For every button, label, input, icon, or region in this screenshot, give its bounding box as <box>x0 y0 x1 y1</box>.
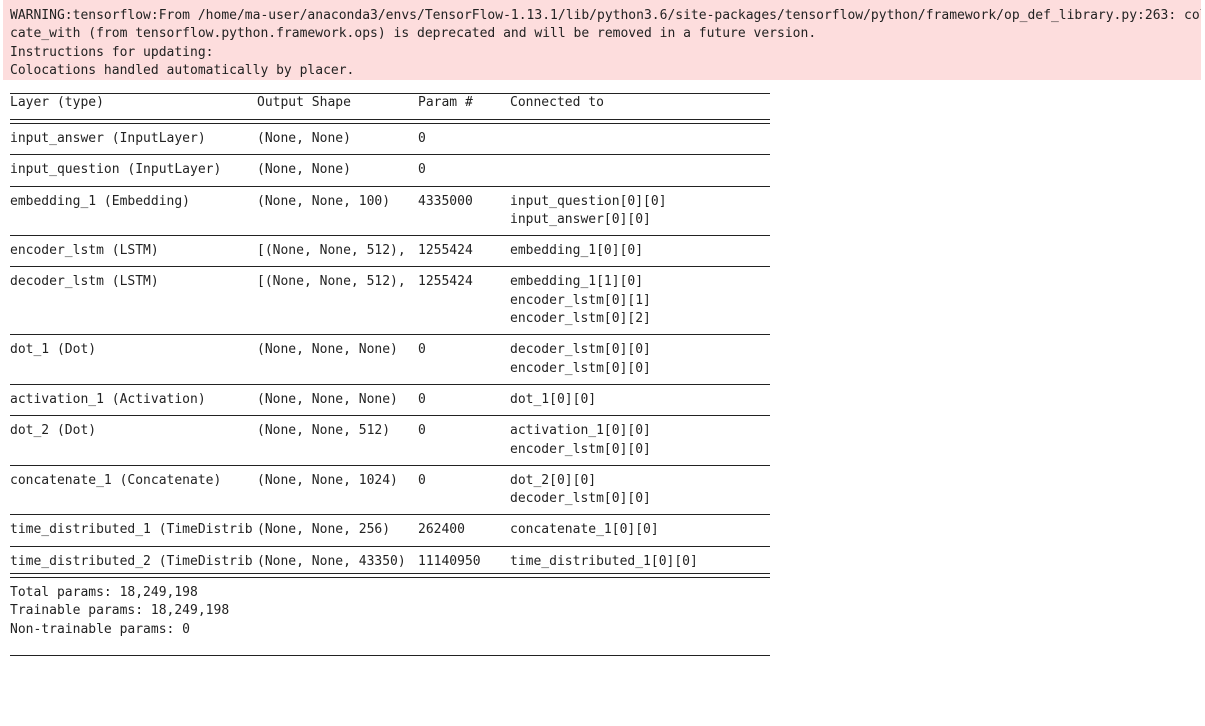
layer-name: encoder_lstm (LSTM) <box>10 243 159 259</box>
separator-line <box>10 464 770 466</box>
layer-row: input_question (InputLayer) (None, None) 0 <box>10 161 770 179</box>
param-count: 0 <box>418 162 426 178</box>
connected-to: time_distributed_1[0][0] <box>510 553 698 569</box>
layer-name: input_answer (InputLayer) <box>10 131 206 146</box>
layer-row: concatenate_1 (Concatenate) (None, None, … <box>10 472 770 509</box>
layer-name: activation_1 (Activation) <box>10 391 206 407</box>
total-params: Total params: 18,249,198 <box>10 585 198 601</box>
layer-name: dot_2 (Dot) <box>10 423 97 439</box>
layer-row: encoder_lstm (LSTM) [(None, None, 512), 12… <box>10 242 770 260</box>
layer-row: activation_1 (Activation) (None, None, No… <box>10 391 770 409</box>
param-count: 0 <box>418 472 426 488</box>
connected-to: embedding_1[0][0] <box>510 243 644 259</box>
separator-line <box>10 334 770 336</box>
header-output-shape: Output Shape <box>257 95 351 110</box>
warning-line: Colocations handled automatically by pla… <box>10 62 355 78</box>
connected-to: decoder_lstm[0][0] <box>510 491 651 507</box>
layer-row: time_distributed_1 (TimeDistrib (None, No… <box>10 521 770 539</box>
warning-line: WARNING:tensorflow:From /home/ma-user/an… <box>10 8 1201 23</box>
output-shape: (None, None, None) <box>257 342 398 358</box>
layer-row: decoder_lstm (LSTM) [(None, None, 512), 12… <box>10 273 770 328</box>
param-count: 0 <box>418 391 426 407</box>
separator-line <box>10 415 770 417</box>
output-shape: [(None, None, 512), <box>257 274 406 290</box>
connected-to: dot_2[0][0] <box>510 472 597 488</box>
output-shape: (None, None) <box>257 131 351 146</box>
output-shape: (None, None, 100) <box>257 193 391 209</box>
layer-row: embedding_1 (Embedding) (None, None, 100)… <box>10 193 770 230</box>
layer-name: concatenate_1 (Concatenate) <box>10 472 222 488</box>
layer-name: time_distributed_1 (TimeDistrib <box>10 522 253 538</box>
connected-to: encoder_lstm[0][0] <box>510 360 651 376</box>
output-shape: [(None, None, 512), <box>257 243 406 259</box>
output-shape: (None, None, None) <box>257 391 398 407</box>
double-separator <box>10 573 770 579</box>
param-count: 1255424 <box>418 243 473 259</box>
connected-to: encoder_lstm[0][0] <box>510 441 651 457</box>
separator-line <box>10 514 770 516</box>
summary-header-row: Layer (type) Output Shape Param # Connec… <box>10 94 770 114</box>
connected-to: concatenate_1[0][0] <box>510 522 659 538</box>
layer-row: dot_1 (Dot) (None, None, None) 0 decoder_ls… <box>10 341 770 378</box>
connected-to: encoder_lstm[0][2] <box>510 311 651 327</box>
param-count: 0 <box>418 342 426 358</box>
layer-name: dot_1 (Dot) <box>10 342 97 358</box>
layer-row: dot_2 (Dot) (None, None, 512) 0 activation_… <box>10 422 770 459</box>
param-count: 1255424 <box>418 274 473 290</box>
output-shape: (None, None, 512) <box>257 423 391 439</box>
param-count: 262400 <box>418 522 465 538</box>
layer-name: input_question (InputLayer) <box>10 162 222 178</box>
param-count: 0 <box>418 423 426 439</box>
output-shape: (None, None, 256) <box>257 522 391 538</box>
header-param-count: Param # <box>418 95 473 110</box>
param-count: 11140950 <box>418 553 481 569</box>
double-separator <box>10 119 770 124</box>
connected-to: dot_1[0][0] <box>510 391 597 407</box>
separator-line <box>10 154 770 156</box>
param-count: 4335000 <box>418 193 473 209</box>
warning-line: Instructions for updating: <box>10 44 214 60</box>
header-connected-to: Connected to <box>510 95 604 110</box>
output-shape: (None, None, 43350) <box>257 553 406 569</box>
separator-line <box>10 654 770 656</box>
connected-to: activation_1[0][0] <box>510 423 651 439</box>
output-shape: (None, None, 1024) <box>257 472 398 488</box>
model-summary-output: Layer (type) Output Shape Param # Connec… <box>10 85 770 656</box>
header-layer-type: Layer (type) <box>10 95 104 110</box>
separator-line <box>10 545 770 547</box>
connected-to: input_question[0][0] <box>510 193 667 209</box>
non-trainable-params: Non-trainable params: 0 <box>10 621 191 637</box>
layer-row: time_distributed_2 (TimeDistrib (None, No… <box>10 553 770 571</box>
layer-name: decoder_lstm (LSTM) <box>10 274 159 290</box>
separator-line <box>10 235 770 237</box>
layer-name: time_distributed_2 (TimeDistrib <box>10 553 253 569</box>
summary-rows: input_answer (InputLayer) (None, None) 0 in… <box>10 130 770 579</box>
warning-line: cate_with (from tensorflow.python.framew… <box>10 26 817 42</box>
connected-to: decoder_lstm[0][0] <box>510 342 651 358</box>
connected-to: embedding_1[1][0] <box>510 274 644 290</box>
param-count: 0 <box>418 131 426 146</box>
layer-name: embedding_1 (Embedding) <box>10 193 191 209</box>
connected-to: input_answer[0][0] <box>510 211 651 227</box>
stderr-warning-block: WARNING:tensorflow:From /home/ma-user/an… <box>3 0 1201 80</box>
separator-line <box>10 185 770 187</box>
separator-line <box>10 383 770 385</box>
trainable-params: Trainable params: 18,249,198 <box>10 603 230 619</box>
connected-to: encoder_lstm[0][1] <box>510 292 651 308</box>
summary-footer: Total params: 18,249,198 Trainable param… <box>10 584 770 639</box>
layer-row: input_answer (InputLayer) (None, None) 0 <box>10 130 770 148</box>
separator-line <box>10 266 770 268</box>
output-shape: (None, None) <box>257 162 351 178</box>
